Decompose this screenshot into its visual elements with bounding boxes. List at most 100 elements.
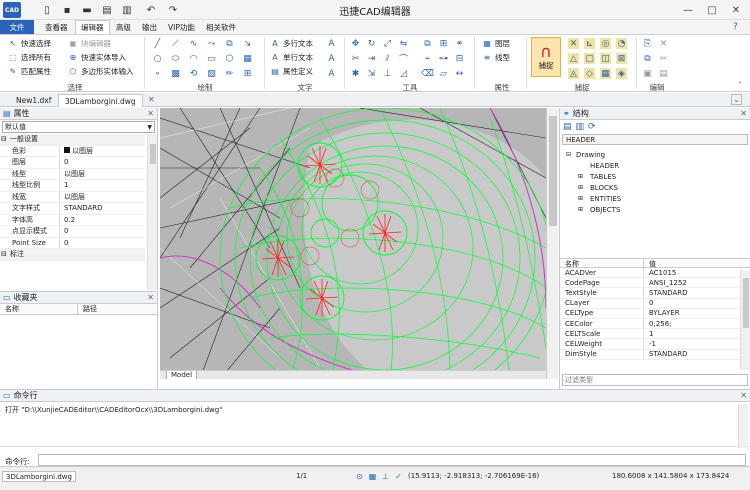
rectangle-icon[interactable]: ▭ <box>206 53 217 64</box>
close-tab-icon[interactable]: ✕ <box>148 95 155 104</box>
minimize-icon[interactable]: — <box>678 2 698 18</box>
close-icon[interactable]: ✕ <box>726 2 746 18</box>
column-value[interactable]: 值 <box>644 259 656 268</box>
rotate-icon[interactable]: ⟲ <box>188 68 199 79</box>
tab-advanced[interactable]: 高级 <box>111 20 136 34</box>
panel-close-icon[interactable]: ✕ <box>740 109 747 118</box>
column-path[interactable]: 路径 <box>78 304 97 314</box>
tree-node[interactable]: ⊞ OBJECTS <box>566 204 750 215</box>
image-icon[interactable]: ▨ <box>206 68 217 79</box>
arc-icon[interactable]: ◠ <box>188 53 199 64</box>
header-button[interactable]: HEADER <box>562 134 748 145</box>
column-name[interactable]: 名称 <box>0 304 78 314</box>
grid-row[interactable]: ACADVer AC1015 <box>560 268 740 279</box>
refresh-icon[interactable]: ⟳ <box>588 122 596 132</box>
point-icon[interactable]: ∘ <box>152 68 163 79</box>
grid-row[interactable]: CLayer 0 <box>560 298 740 309</box>
tree-node[interactable]: ⊞ ENTITIES <box>566 193 750 204</box>
tab-output[interactable]: 输出 <box>137 20 162 34</box>
text-find-icon[interactable]: A <box>326 68 337 79</box>
snap-quadrant-icon[interactable]: ◔ <box>616 38 627 49</box>
canvas-vertical-scrollbar[interactable] <box>546 108 558 379</box>
line-icon[interactable]: ╱ <box>152 38 163 49</box>
link-icon[interactable]: ⚭ <box>454 38 465 49</box>
quick-select-button[interactable]: ↖ 快速选择 <box>8 38 51 49</box>
tab-viewer[interactable]: 查看器 <box>40 20 73 34</box>
select-all-button[interactable]: ⬚ 选择所有 <box>8 52 51 63</box>
command-scrollbar[interactable] <box>738 404 748 448</box>
structure-scrollbar[interactable] <box>740 270 750 370</box>
ellipse-icon[interactable]: ⬭ <box>170 53 181 64</box>
snap-button[interactable]: ∩ 捕捉 <box>531 37 561 77</box>
stretch-icon[interactable]: ⇲ <box>366 68 377 79</box>
erase-icon[interactable]: ⌫ <box>421 68 434 79</box>
model-tab[interactable]: Model <box>166 371 198 379</box>
grid-row[interactable]: CodePage ANSI_1252 <box>560 278 740 289</box>
paste-icon[interactable]: ⎘ <box>642 38 653 49</box>
polygon-entity-input-button[interactable]: ⬠ 多边形实体输入 <box>68 66 134 77</box>
match-props-button[interactable]: ✎ 匹配属性 <box>8 66 51 77</box>
snap-nearest-icon[interactable]: ◇ <box>584 68 595 79</box>
tab-file[interactable]: 文件 <box>0 20 34 34</box>
property-row[interactable]: 线型比例 1 <box>0 180 145 192</box>
panel-close-icon[interactable]: ✕ <box>147 109 154 118</box>
snap-intersection-icon[interactable]: ⊠ <box>616 53 627 64</box>
scrollbar-thumb[interactable] <box>548 116 557 226</box>
trim-icon[interactable]: ✂ <box>350 53 361 64</box>
array-icon[interactable]: ⊞ <box>438 38 449 49</box>
panel-close-icon[interactable]: ✕ <box>740 391 747 400</box>
tree-node-root[interactable]: ⊟ Drawing <box>566 149 750 160</box>
block-editor-button[interactable]: ▣ 块编辑器 <box>68 38 111 49</box>
tree-node[interactable]: ⊞ TABLES <box>566 171 750 182</box>
snap-insert-icon[interactable]: ◫ <box>600 53 611 64</box>
copy-clip-icon[interactable]: ⧉ <box>642 53 653 64</box>
align-icon[interactable]: ⊥ <box>382 68 393 79</box>
snap-extension-icon[interactable]: ◈ <box>616 68 627 79</box>
view-columns-icon[interactable]: ▥ <box>576 122 585 132</box>
property-row[interactable]: 色彩 以图层 <box>0 145 145 157</box>
snap-tangent-icon[interactable]: ◬ <box>568 68 579 79</box>
property-row[interactable]: 点显示模式 0 <box>0 226 145 238</box>
text-style-icon[interactable]: A <box>326 38 337 49</box>
copy-icon[interactable]: ⧉ <box>422 38 433 49</box>
mtext-button[interactable]: A 多行文本 <box>270 38 313 49</box>
hatch-icon[interactable]: ▦ <box>242 53 253 64</box>
doc-tab-active[interactable]: 3DLamborgini.dwg <box>58 94 143 107</box>
stext-button[interactable]: A 单行文本 <box>270 52 313 63</box>
grid-icon[interactable]: ▩ <box>170 68 181 79</box>
tree-node[interactable]: HEADER <box>566 160 750 171</box>
scrollbar-thumb[interactable] <box>742 278 749 328</box>
category-general[interactable]: ⊟ 一般设置 <box>0 134 145 146</box>
pen-icon[interactable]: ✏ <box>224 68 235 79</box>
area-icon[interactable]: ▱ <box>438 68 449 79</box>
tab-menu-icon[interactable]: ⌄ <box>731 94 742 105</box>
path-icon[interactable]: ⤳ <box>206 38 217 49</box>
polyline-icon[interactable]: ⟋ <box>170 38 181 49</box>
snap-midpoint-icon[interactable]: △ <box>568 53 579 64</box>
arrow-icon[interactable]: ↘ <box>242 38 253 49</box>
property-row[interactable]: 文字样式 STANDARD <box>0 203 145 215</box>
ortho-toggle-icon[interactable]: ⊥ <box>380 471 391 482</box>
move-icon[interactable]: ✥ <box>350 38 361 49</box>
explode-icon[interactable]: ✱ <box>350 68 361 79</box>
extend-icon[interactable]: ⇥ <box>366 53 377 64</box>
chamfer-icon[interactable]: ◿ <box>398 68 409 79</box>
break-icon[interactable]: ⌁ <box>422 53 433 64</box>
property-row[interactable]: 线宽 以图层 <box>0 191 145 203</box>
grid-row[interactable]: TextStyle STANDARD <box>560 288 740 299</box>
polar-toggle-icon[interactable]: ✓ <box>393 471 404 482</box>
tab-vip[interactable]: VIP功能 <box>163 20 200 34</box>
clipboard-icon[interactable]: ▣ <box>642 68 653 79</box>
help-icon[interactable]: ? <box>733 22 738 32</box>
offset-icon[interactable]: ⫽ <box>382 53 393 64</box>
panel-close-icon[interactable]: ✕ <box>147 293 154 302</box>
layers-button[interactable]: ▦ 图层 <box>482 38 510 49</box>
command-input[interactable] <box>38 454 746 466</box>
polygon-draw-icon[interactable]: ⬡ <box>224 53 235 64</box>
entity-selector[interactable]: 默认值 ▼ <box>2 121 155 133</box>
view-list-icon[interactable]: ▤ <box>563 122 572 132</box>
linetype-button[interactable]: ≡ 线型 <box>482 52 510 63</box>
tab-related[interactable]: 相关软件 <box>201 20 241 34</box>
property-row[interactable]: 字体高 0.2 <box>0 214 145 226</box>
snap-endpoint-icon[interactable]: ✕ <box>568 38 579 49</box>
